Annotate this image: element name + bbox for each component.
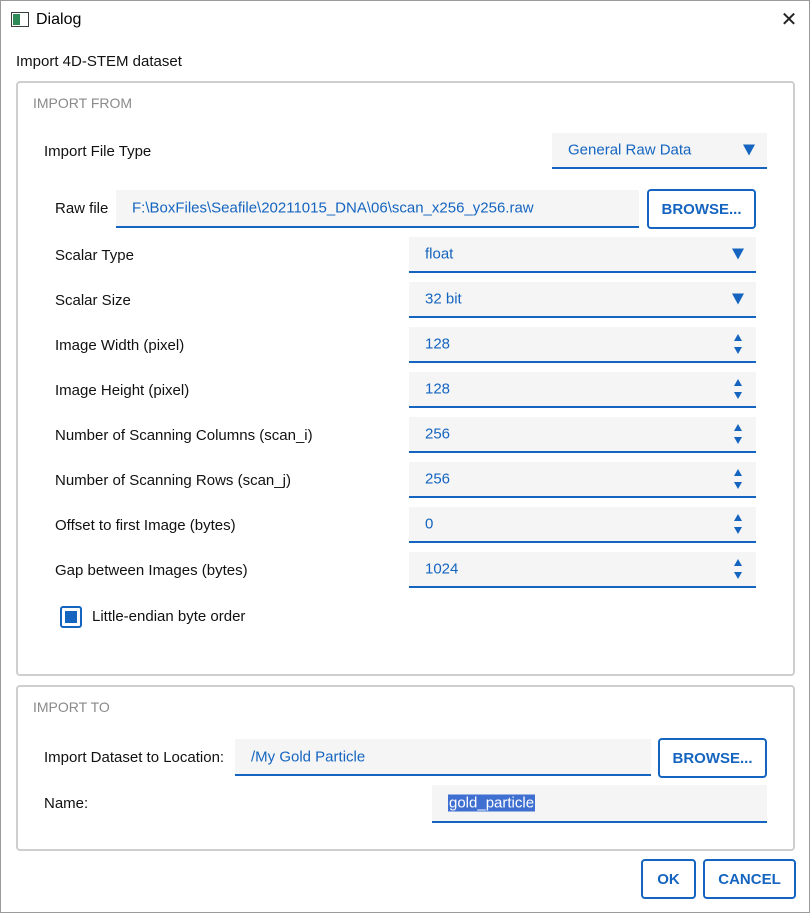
spin-down-icon[interactable] [734,437,742,444]
image-height-spinbox[interactable]: 128 [409,372,756,408]
spin-up-icon[interactable] [734,469,742,476]
location-browse-button[interactable]: BROWSE... [658,738,767,778]
spin-up-icon[interactable] [734,559,742,566]
image-width-label: Image Width (pixel) [55,337,185,354]
image-width-spinbox[interactable]: 128 [409,327,756,363]
scalar-size-value: 32 bit [425,290,462,308]
image-height-label: Image Height (pixel) [55,382,190,399]
raw-file-value: F:\BoxFiles\Seafile\20211015_DNA\06\scan… [132,199,534,217]
name-input[interactable]: gold_particle [432,785,767,823]
raw-file-input[interactable]: F:\BoxFiles\Seafile\20211015_DNA\06\scan… [116,190,639,228]
dropdown-arrow-icon [743,144,755,156]
scan-columns-value: 256 [425,425,451,443]
image-width-value: 128 [425,335,451,353]
title-bar[interactable]: Dialog ✕ [1,1,809,39]
offset-value: 0 [425,515,434,533]
name-value: gold_particle [448,794,536,812]
scan-rows-label: Number of Scanning Rows (scan_j) [55,472,291,489]
spin-up-icon[interactable] [734,334,742,341]
little-endian-label[interactable]: Little-endian byte order [92,608,245,625]
spin-up-icon[interactable] [734,514,742,521]
scalar-type-label: Scalar Type [55,247,134,264]
scalar-size-label: Scalar Size [55,292,131,309]
dropdown-arrow-icon [732,248,744,260]
location-value: /My Gold Particle [251,748,366,765]
dropdown-arrow-icon [732,293,744,305]
spin-down-icon[interactable] [734,392,742,399]
gap-spinbox[interactable]: 1024 [409,552,756,588]
location-label: Import Dataset to Location: [44,749,225,766]
offset-spinbox[interactable]: 0 [409,507,756,543]
import-from-title: IMPORT FROM [33,95,133,111]
spin-up-icon[interactable] [734,379,742,386]
spin-down-icon[interactable] [734,572,742,579]
window-title: Dialog [36,11,82,28]
gap-value: 1024 [425,560,459,578]
checkbox-checked-mark [65,611,77,623]
scan-rows-spinbox[interactable]: 256 [409,462,756,498]
dialog-window: Dialog ✕ Import 4D-STEM dataset IMPORT F… [0,0,810,913]
name-selected-text: gold_particle [448,794,536,812]
scalar-size-dropdown[interactable]: 32 bit [409,282,756,318]
scan-columns-spinbox[interactable]: 256 [409,417,756,453]
spin-down-icon[interactable] [734,347,742,354]
dialog-heading: Import 4D-STEM dataset [16,53,182,70]
scan-columns-label: Number of Scanning Columns (scan_i) [55,427,313,444]
location-input[interactable]: /My Gold Particle [235,739,651,776]
image-height-value: 128 [425,380,451,398]
gap-label: Gap between Images (bytes) [55,562,248,579]
cancel-button[interactable]: CANCEL [703,859,796,899]
little-endian-checkbox[interactable] [60,606,82,628]
scalar-type-dropdown[interactable]: float [409,237,756,273]
scalar-type-value: float [425,245,454,263]
ok-button[interactable]: OK [641,859,696,899]
spin-down-icon[interactable] [734,527,742,534]
raw-file-browse-button[interactable]: BROWSE... [647,189,756,229]
spin-down-icon[interactable] [734,482,742,489]
name-label: Name: [44,795,89,812]
file-type-label: Import File Type [44,143,152,160]
close-icon[interactable]: ✕ [775,7,803,33]
file-type-dropdown[interactable]: General Raw Data [552,133,767,169]
file-type-value: General Raw Data [568,141,692,159]
app-window-icon [11,12,29,27]
import-to-title: IMPORT TO [33,699,110,715]
scan-rows-value: 256 [425,470,451,488]
offset-label: Offset to first Image (bytes) [55,517,236,534]
spin-up-icon[interactable] [734,424,742,431]
raw-file-label: Raw file [55,200,109,217]
